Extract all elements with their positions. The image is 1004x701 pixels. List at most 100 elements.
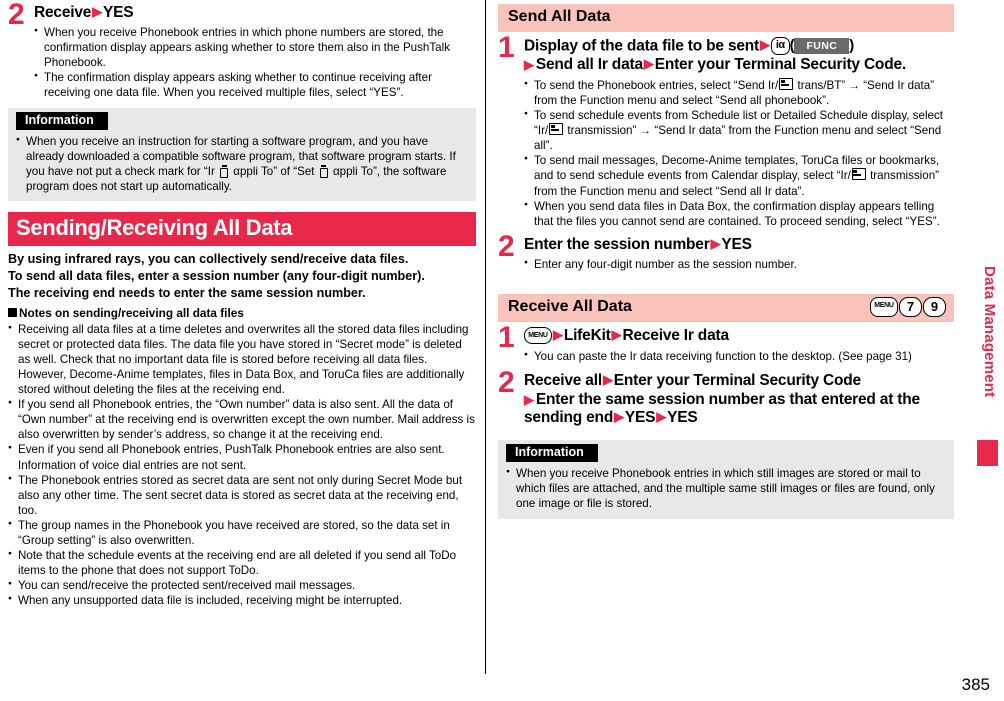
paren-close: ) <box>849 37 855 54</box>
step-text: YES <box>667 409 698 427</box>
ic-transmission-icon <box>549 123 564 136</box>
lead-line: By using infrared rays, you can collecti… <box>8 252 409 267</box>
right-arrow-icon: ▶ <box>92 4 103 19</box>
step-title: Display of the data file to be sent▶ iα(F… <box>524 37 954 75</box>
menu-key-icon[interactable]: MENU <box>870 296 898 317</box>
send-step1-bullet-list: To send the Phonebook entries, select “S… <box>524 78 954 229</box>
receive-step1-bullet-list: You can paste the Ir data receiving func… <box>524 349 954 364</box>
ic-transmission-icon <box>851 168 866 181</box>
step-title-part1: Receive <box>34 4 92 21</box>
send-step-2: 2 Enter the session number▶YES Enter any… <box>498 231 954 272</box>
information-box-left: Information When you receive an instruct… <box>8 108 476 202</box>
list-item: To send schedule events from Schedule li… <box>524 108 954 153</box>
step-title: Enter the session number▶YES <box>524 236 954 255</box>
right-column: Send All Data 1 Display of the data file… <box>498 0 954 519</box>
send-step-1: 1 Display of the data file to be sent▶ iα… <box>498 33 954 229</box>
step-text: Receive Ir data <box>622 326 729 344</box>
right-arrow-icon: ▶ <box>643 56 654 72</box>
step-title-line3: sending end▶YES▶YES <box>524 409 954 428</box>
i-alpha-key-icon[interactable]: iα <box>770 37 790 56</box>
information-bullet-list: When you receive an instruction for star… <box>16 134 468 194</box>
list-item: When you receive Phonebook entries in wh… <box>34 25 476 70</box>
notes-bullet-list: Receiving all data files at a time delet… <box>8 322 476 608</box>
i-appli-icon <box>220 165 229 179</box>
information-tag: Information <box>16 112 108 131</box>
page-number: 385 <box>961 675 990 694</box>
step-title-line2: ▶ Enter the same session number as that e… <box>524 391 954 410</box>
step-text: Enter your Terminal Security Code. <box>654 56 907 74</box>
notes-heading-label: Notes on sending/receiving all data file… <box>19 305 244 320</box>
receive-step-2: 2 Receive all▶Enter your Terminal Securi… <box>498 367 954 429</box>
send-step2-bullet-list: Enter any four-digit number as the sessi… <box>524 257 954 272</box>
right-arrow-icon: ▶ <box>656 409 667 425</box>
list-item: Receiving all data files at a time delet… <box>8 322 476 397</box>
right-arrow-icon: ▶ <box>553 326 563 342</box>
key-sequence-badges: MENU 7 9 <box>870 296 946 317</box>
left-step-2: 2 Receive▶YES When you receive Phonebook… <box>8 0 476 100</box>
section-banner-send-all-data: Send All Data <box>498 4 954 32</box>
black-square-icon <box>8 307 17 317</box>
right-arrow-icon: ▶ <box>710 235 721 251</box>
step-text: Enter the session number <box>524 235 710 253</box>
step-text: Display of the data file to be sent <box>524 37 760 55</box>
list-item: When you receive an instruction for star… <box>16 134 468 194</box>
step-text: YES <box>624 409 656 427</box>
step-text: Enter your Terminal Security Code <box>613 371 861 389</box>
section-banner-receive-all-data: Receive All Data MENU 7 9 <box>498 293 954 322</box>
receive-step-1: 1 MENU▶LifeKit▶Receive Ir data You can p… <box>498 322 954 364</box>
step-number: 2 <box>498 365 515 399</box>
lead-line: To send all data files, enter a session … <box>8 269 425 284</box>
list-item: The confirmation display appears asking … <box>34 70 476 100</box>
step-title: Receive all▶Enter your Terminal Security… <box>524 372 954 429</box>
step-number: 1 <box>498 31 515 64</box>
list-item: You can send/receive the protected sent/… <box>8 578 476 593</box>
menu-key-icon[interactable]: MENU <box>524 327 552 345</box>
right-arrow-icon: ▶ <box>614 409 624 425</box>
information-box-right: Information When you receive Phonebook e… <box>498 440 954 519</box>
bullet-post: transmission” → “Send Ir data” from the … <box>534 124 942 153</box>
manual-page: 2 Receive▶YES When you receive Phonebook… <box>0 0 1004 701</box>
list-item: Even if you send all Phonebook entries, … <box>8 442 476 472</box>
side-tab-marker <box>977 440 998 466</box>
section-banner-sending-receiving: Sending/Receiving All Data <box>8 212 476 247</box>
bullet-pre: To send the Phonebook entries, select “S… <box>534 79 779 93</box>
step-title: Receive▶YES <box>34 4 476 23</box>
right-arrow-icon: ▶ <box>524 57 534 73</box>
step-title-line2: ▶ Send all Ir data▶Enter your Terminal Se… <box>524 56 954 75</box>
step-number: 2 <box>498 229 515 263</box>
information-tag: Information <box>506 444 598 463</box>
number-key-7-icon[interactable]: 7 <box>899 296 922 317</box>
step-text: Send all Ir data <box>535 56 643 74</box>
notes-heading: Notes on sending/receiving all data file… <box>8 306 476 321</box>
step-text: Receive all <box>524 371 602 389</box>
right-arrow-icon: ▶ <box>602 371 613 387</box>
right-arrow-icon: ▶ <box>524 391 534 407</box>
list-item: The group names in the Phonebook you hav… <box>8 518 476 548</box>
list-item: To send the Phonebook entries, select “S… <box>524 78 954 108</box>
step-text: sending end <box>524 409 614 427</box>
step-text: LifeKit <box>563 326 611 344</box>
list-item: If you send all Phonebook entries, the “… <box>8 397 476 442</box>
step-text: YES <box>721 235 752 253</box>
step-title: MENU ▶LifeKit▶Receive Ir data <box>524 327 954 346</box>
left-column: 2 Receive▶YES When you receive Phonebook… <box>8 0 476 608</box>
list-item: You can paste the Ir data receiving func… <box>524 349 954 364</box>
func-softkey-label[interactable]: FUNC <box>794 37 850 55</box>
list-item: Enter any four-digit number as the sessi… <box>524 257 954 272</box>
right-arrow-icon: ▶ <box>760 37 770 53</box>
column-divider <box>485 0 486 674</box>
step-title-part2: YES <box>103 4 134 21</box>
list-item: When any unsupported data file is includ… <box>8 593 476 608</box>
step-text: Enter the same session number as that en… <box>535 390 920 408</box>
step-number: 2 <box>8 0 25 31</box>
banner-label: Send All Data <box>508 8 611 25</box>
right-arrow-icon: ▶ <box>611 326 622 342</box>
section-lead: By using infrared rays, you can collecti… <box>8 251 476 301</box>
list-item: When you send data files in Data Box, th… <box>524 199 954 229</box>
list-item: To send mail messages, Decome-Anime temp… <box>524 153 954 198</box>
i-appli-icon <box>319 165 328 179</box>
info-text-mid: αppli To” of “Set <box>230 165 318 179</box>
note-subline: However, Decome-Anime templates, files i… <box>18 368 465 397</box>
number-key-9-icon[interactable]: 9 <box>923 296 946 317</box>
step-bullet-list: When you receive Phonebook entries in wh… <box>34 25 476 100</box>
